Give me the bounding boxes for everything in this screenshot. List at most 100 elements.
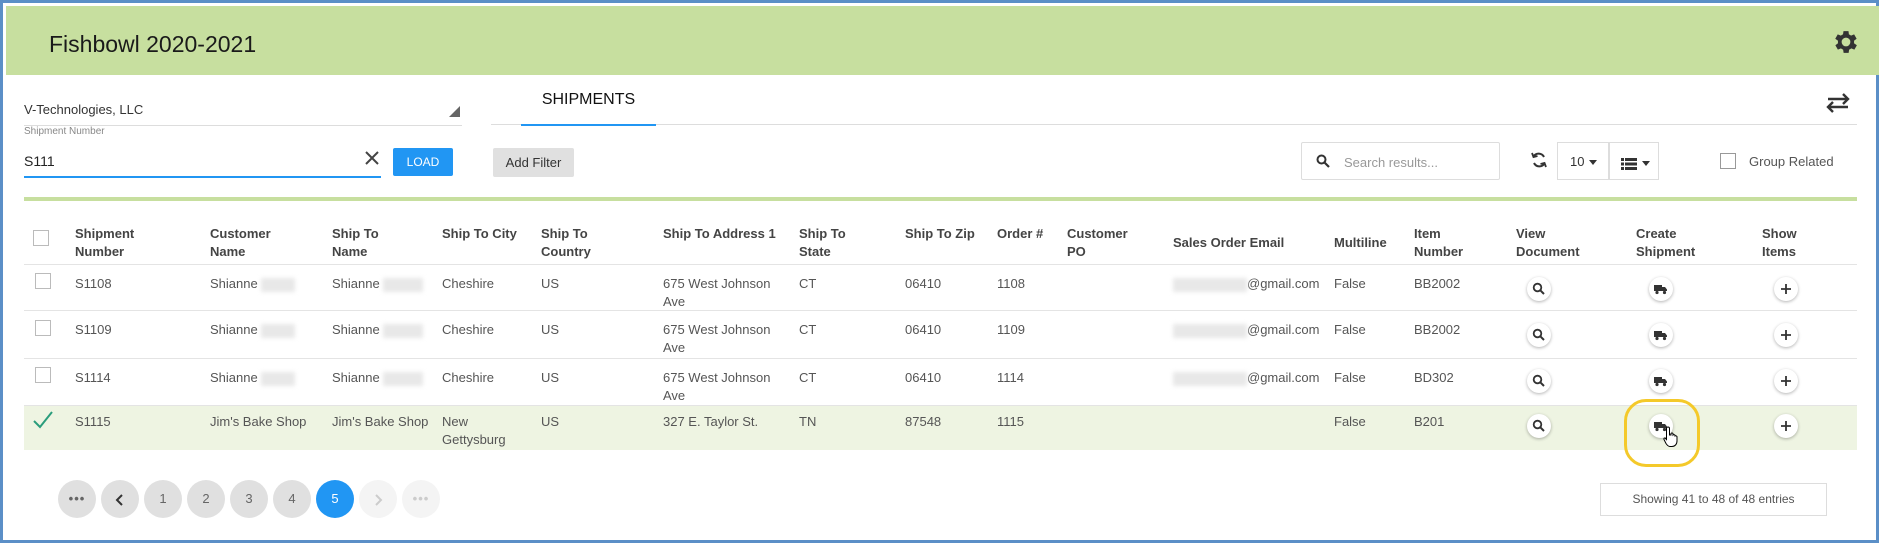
cell-state: CT — [799, 370, 817, 385]
cell-customer: Shianne — [210, 370, 258, 385]
cell-country: US — [541, 414, 560, 429]
show-items-button[interactable] — [1774, 414, 1798, 438]
row-checkbox[interactable] — [35, 367, 51, 383]
create-shipment-button[interactable] — [1649, 369, 1673, 393]
cell-ship-to-name: Shianne — [332, 370, 380, 385]
chevron-down-icon — [1589, 160, 1598, 166]
cell-state: CT — [799, 322, 817, 337]
plus-icon — [1781, 376, 1791, 386]
cell-email: @gmail.com — [1247, 322, 1320, 337]
col-ship-to-city[interactable]: Ship To City — [442, 225, 522, 243]
entries-info: Showing 41 to 48 of 48 entries — [1600, 483, 1827, 516]
cell-order: 1108 — [997, 276, 1025, 291]
clear-icon[interactable] — [362, 148, 382, 168]
cell-state: CT — [799, 276, 817, 291]
cell-item: BD302 — [1414, 370, 1454, 385]
chevron-down-icon — [1642, 161, 1650, 167]
page-3-button[interactable]: 3 — [230, 480, 268, 518]
col-ship-to-address[interactable]: Ship To Address 1 — [663, 225, 783, 243]
col-ship-to-country[interactable]: Ship To Country — [541, 225, 631, 261]
show-items-button[interactable] — [1774, 277, 1798, 301]
search-box — [1301, 142, 1500, 180]
app-title: Fishbowl 2020-2021 — [49, 31, 257, 57]
col-item-number[interactable]: Item Number — [1414, 225, 1484, 261]
cell-order: 1109 — [997, 322, 1025, 337]
list-icon — [1621, 157, 1637, 170]
load-button[interactable]: LOAD — [393, 148, 453, 176]
create-shipment-button[interactable] — [1649, 323, 1673, 347]
redacted-text — [1173, 371, 1247, 386]
cell-state: TN — [799, 414, 817, 429]
cell-customer: Shianne — [210, 276, 258, 291]
page-next-button[interactable] — [359, 480, 397, 518]
cell-shipment: S1114 — [75, 370, 111, 385]
group-related-checkbox[interactable] — [1720, 153, 1736, 169]
view-document-button[interactable] — [1527, 277, 1551, 301]
chevron-left-icon — [115, 493, 123, 506]
cell-zip: 06410 — [905, 370, 942, 385]
row-checkbox[interactable] — [35, 273, 51, 289]
company-value: V-Technologies, LLC — [24, 102, 144, 117]
page-5-button[interactable]: 5 — [316, 480, 354, 518]
col-customer-name[interactable]: Customer Name — [210, 225, 300, 261]
table-row-selected[interactable]: S1115 Jim's Bake Shop Jim's Bake Shop Ne… — [24, 399, 1857, 467]
col-ship-to-zip[interactable]: Ship To Zip — [905, 225, 975, 243]
column-view-button[interactable] — [1609, 142, 1659, 180]
page-first-button[interactable]: ••• — [58, 480, 96, 518]
view-document-button[interactable] — [1527, 323, 1551, 347]
col-ship-to-name[interactable]: Ship To Name — [332, 225, 412, 261]
plus-icon — [1781, 330, 1791, 340]
refresh-icon[interactable] — [1530, 151, 1548, 169]
view-document-button[interactable] — [1527, 414, 1551, 438]
gear-icon[interactable] — [1831, 27, 1861, 57]
cell-address: 327 E. Taylor St. — [663, 414, 759, 429]
table-row[interactable]: S1108 Shianne Shianne Cheshire US 675 We… — [24, 264, 1857, 310]
redacted-text — [383, 277, 424, 292]
company-select[interactable]: V-Technologies, LLC — [24, 102, 462, 126]
page-prev-button[interactable] — [101, 480, 139, 518]
cell-ship-to-name: Shianne — [332, 322, 380, 337]
col-shipment-number[interactable]: Shipment Number — [75, 225, 175, 261]
redacted-text — [1173, 323, 1247, 338]
show-items-button[interactable] — [1774, 369, 1798, 393]
col-sales-order-email[interactable]: Sales Order Email — [1173, 234, 1333, 252]
truck-icon — [1654, 331, 1667, 341]
col-ship-to-state[interactable]: Ship To State — [799, 225, 869, 261]
page-last-button[interactable]: ••• — [402, 480, 440, 518]
cell-order: 1115 — [997, 414, 1024, 429]
cell-customer: Shianne — [210, 322, 258, 337]
redacted-text — [383, 371, 424, 386]
select-all-checkbox[interactable] — [33, 230, 49, 246]
table-row[interactable]: S1109 Shianne Shianne Cheshire US 675 We… — [24, 310, 1857, 358]
check-icon[interactable] — [32, 410, 54, 430]
cell-address: 675 West Johnson Ave — [663, 370, 771, 403]
page-2-button[interactable]: 2 — [187, 480, 225, 518]
shipments-table: Shipment Number Customer Name Ship To Na… — [24, 213, 1857, 467]
col-customer-po[interactable]: Customer PO — [1067, 225, 1147, 261]
view-document-button[interactable] — [1527, 369, 1551, 393]
table-row[interactable]: S1114 Shianne Shianne Cheshire US 675 We… — [24, 358, 1857, 405]
page-4-button[interactable]: 4 — [273, 480, 311, 518]
tab-shipments[interactable]: SHIPMENTS — [521, 88, 656, 126]
show-items-button[interactable] — [1774, 323, 1798, 347]
cell-country: US — [541, 370, 560, 385]
cell-multiline: False — [1334, 276, 1366, 291]
cell-address: 675 West Johnson Ave — [663, 276, 771, 309]
search-input[interactable] — [1342, 152, 1492, 172]
page-size-select[interactable]: 10 — [1557, 142, 1609, 180]
truck-icon — [1654, 285, 1667, 295]
hand-cursor-icon — [1663, 426, 1678, 447]
swap-icon[interactable] — [1824, 92, 1852, 114]
shipment-number-input[interactable] — [24, 146, 381, 178]
row-checkbox[interactable] — [35, 320, 51, 336]
truck-icon — [1654, 377, 1667, 387]
cell-city: Cheshire — [442, 276, 495, 291]
col-order-number[interactable]: Order # — [997, 225, 1047, 243]
col-multiline[interactable]: Multiline — [1334, 234, 1404, 252]
create-shipment-button[interactable] — [1649, 277, 1673, 301]
add-filter-button[interactable]: Add Filter — [493, 148, 574, 177]
redacted-text — [261, 323, 296, 338]
page-1-button[interactable]: 1 — [144, 480, 182, 518]
search-icon — [1316, 154, 1330, 168]
redacted-text — [383, 323, 424, 338]
